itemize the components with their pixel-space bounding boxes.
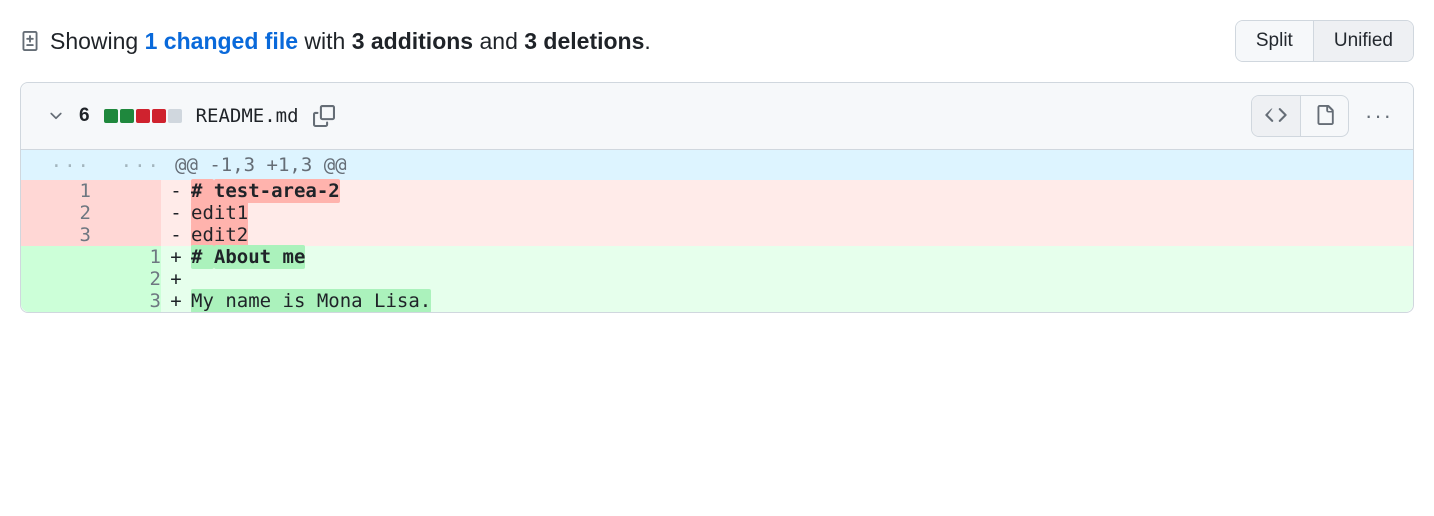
diff-line-content: -edit1 [161, 202, 1413, 224]
diff-line-content: +My name is Mona Lisa. [161, 290, 1413, 312]
diff-line-content: -# test-area-2 [161, 180, 1413, 202]
line-number-new[interactable]: 1 [91, 246, 161, 268]
file-icon [1315, 105, 1335, 128]
hunk-ln-new[interactable]: ... [91, 150, 161, 180]
diff-marker: + [161, 290, 191, 312]
line-number-old[interactable]: 2 [21, 202, 91, 224]
file-diff-icon [20, 29, 40, 53]
diff-code: edit1 [191, 201, 248, 225]
line-number-new[interactable]: 3 [91, 290, 161, 312]
line-number-old[interactable] [21, 268, 91, 290]
diff-code: # About me [191, 245, 305, 269]
file-diff-box: 6 README.md [20, 82, 1414, 313]
diff-line-content: -edit2 [161, 224, 1413, 246]
hunk-header-row: ... ... @@ -1,3 +1,3 @@ [21, 150, 1413, 180]
split-view-button[interactable]: Split [1236, 21, 1313, 61]
summary-text: Showing 1 changed file with 3 additions … [50, 28, 651, 55]
summary-additions: 3 additions [352, 28, 473, 54]
diff-addition-row: 3+My name is Mona Lisa. [21, 290, 1413, 312]
hunk-ln-old[interactable]: ... [21, 150, 91, 180]
changed-files-link[interactable]: 1 changed file [145, 28, 298, 54]
copy-icon[interactable] [313, 105, 335, 127]
diff-marker: - [161, 180, 191, 202]
kebab-icon[interactable]: ··· [1363, 103, 1395, 129]
diffstat-neutral-block [168, 109, 182, 123]
hunk-header-text: @@ -1,3 +1,3 @@ [161, 150, 1413, 180]
line-number-new[interactable] [91, 224, 161, 246]
file-name[interactable]: README.md [196, 105, 299, 127]
diffstat-del-block [136, 109, 150, 123]
display-mode-toggle [1251, 95, 1349, 137]
line-number-old[interactable] [21, 246, 91, 268]
diff-summary-row: Showing 1 changed file with 3 additions … [20, 20, 1414, 62]
source-view-button[interactable] [1252, 96, 1300, 136]
summary-period: . [644, 28, 650, 54]
line-number-new[interactable] [91, 202, 161, 224]
summary-and: and [479, 28, 517, 54]
line-number-new[interactable]: 2 [91, 268, 161, 290]
diff-code: # test-area-2 [191, 179, 340, 203]
diff-marker: - [161, 224, 191, 246]
diffstat-blocks [104, 109, 182, 123]
diff-addition-row: 1+# About me [21, 246, 1413, 268]
line-number-old[interactable]: 3 [21, 224, 91, 246]
unified-view-button[interactable]: Unified [1313, 21, 1413, 61]
diff-view-toggle: Split Unified [1235, 20, 1414, 62]
diffstat-del-block [152, 109, 166, 123]
rendered-view-button[interactable] [1300, 96, 1348, 136]
diff-table: ... ... @@ -1,3 +1,3 @@ 1-# test-area-22… [21, 150, 1413, 312]
line-number-old[interactable] [21, 290, 91, 312]
diff-line-content: +# About me [161, 246, 1413, 268]
diffstat-add-block [120, 109, 134, 123]
diff-deletion-row: 3 -edit2 [21, 224, 1413, 246]
file-header: 6 README.md [21, 83, 1413, 150]
diff-deletion-row: 1 -# test-area-2 [21, 180, 1413, 202]
diff-deletion-row: 2 -edit1 [21, 202, 1413, 224]
summary-deletions: 3 deletions [524, 28, 644, 54]
diff-code: edit2 [191, 223, 248, 247]
file-change-count: 6 [79, 105, 90, 127]
diff-addition-row: 2+ [21, 268, 1413, 290]
diff-marker: + [161, 268, 191, 290]
line-number-old[interactable]: 1 [21, 180, 91, 202]
summary-prefix: Showing [50, 28, 138, 54]
chevron-down-icon[interactable] [47, 107, 65, 125]
diff-marker: + [161, 246, 191, 268]
file-header-left: 6 README.md [47, 105, 335, 127]
diffstat-add-block [104, 109, 118, 123]
diff-marker: - [161, 202, 191, 224]
diff-code: My name is Mona Lisa. [191, 289, 431, 312]
file-header-right: ··· [1251, 95, 1395, 137]
code-icon [1265, 104, 1287, 129]
diff-line-content: + [161, 268, 1413, 290]
line-number-new[interactable] [91, 180, 161, 202]
summary-with: with [304, 28, 345, 54]
diff-summary: Showing 1 changed file with 3 additions … [20, 28, 651, 55]
